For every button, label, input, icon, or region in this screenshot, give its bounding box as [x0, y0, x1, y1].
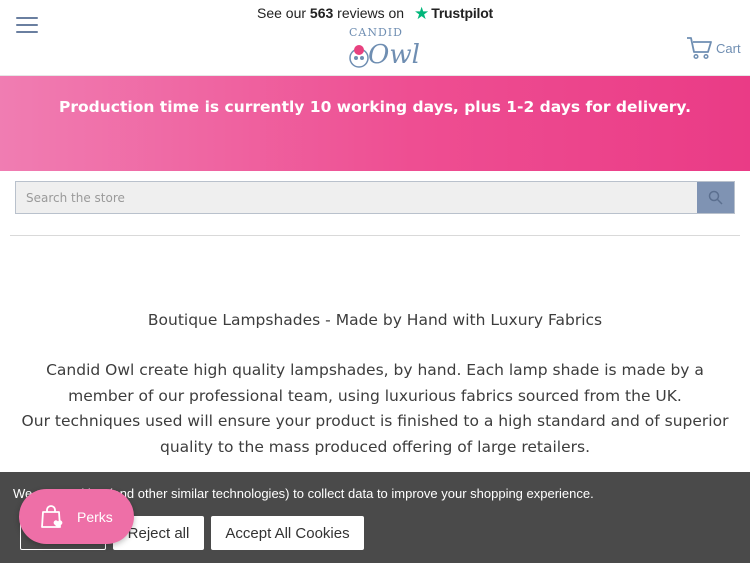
logo-bottom-text: Owl [368, 40, 420, 70]
search-icon [708, 190, 723, 205]
page-heading: Boutique Lampshades - Made by Hand with … [147, 311, 603, 329]
trustpilot-suffix: reviews on [337, 5, 405, 21]
search-button[interactable] [697, 182, 734, 213]
trustpilot-badge[interactable]: See our 563 reviews on ★ Trustpilot [0, 4, 750, 24]
intro-paragraph: Candid Owl create high quality lampshade… [0, 358, 750, 460]
accept-all-cookies-button[interactable]: Accept All Cookies [211, 516, 364, 550]
banner-text: Production time is currently 10 working … [59, 98, 691, 116]
cart-link[interactable]: Cart [686, 34, 741, 62]
logo-top-text: CANDID [349, 26, 403, 39]
trustpilot-star-icon: ★ [413, 4, 430, 23]
announcement-banner: Production time is currently 10 working … [0, 76, 750, 171]
review-count: 563 [309, 5, 334, 21]
shopping-bag-heart-icon [41, 504, 63, 528]
main-content: Boutique Lampshades - Made by Hand with … [0, 308, 750, 460]
perks-label: Perks [77, 508, 113, 525]
trustpilot-prefix: See our [256, 5, 307, 21]
owl-logo-icon [349, 45, 369, 68]
search-input[interactable] [16, 182, 699, 213]
cart-icon [687, 37, 712, 60]
intro-paragraph-2: Our techniques used will ensure your pro… [21, 412, 729, 456]
trustpilot-brand: Trustpilot [431, 5, 494, 21]
cart-label: Cart [716, 40, 741, 56]
site-logo[interactable]: CANDID Owl [340, 26, 420, 76]
intro-paragraph-1: Candid Owl create high quality lampshade… [46, 361, 704, 405]
divider [10, 235, 740, 236]
site-header: See our 563 reviews on ★ Trustpilot CANDI… [0, 0, 750, 76]
perks-launcher-button[interactable]: Perks [19, 489, 134, 544]
search-form [15, 181, 735, 214]
